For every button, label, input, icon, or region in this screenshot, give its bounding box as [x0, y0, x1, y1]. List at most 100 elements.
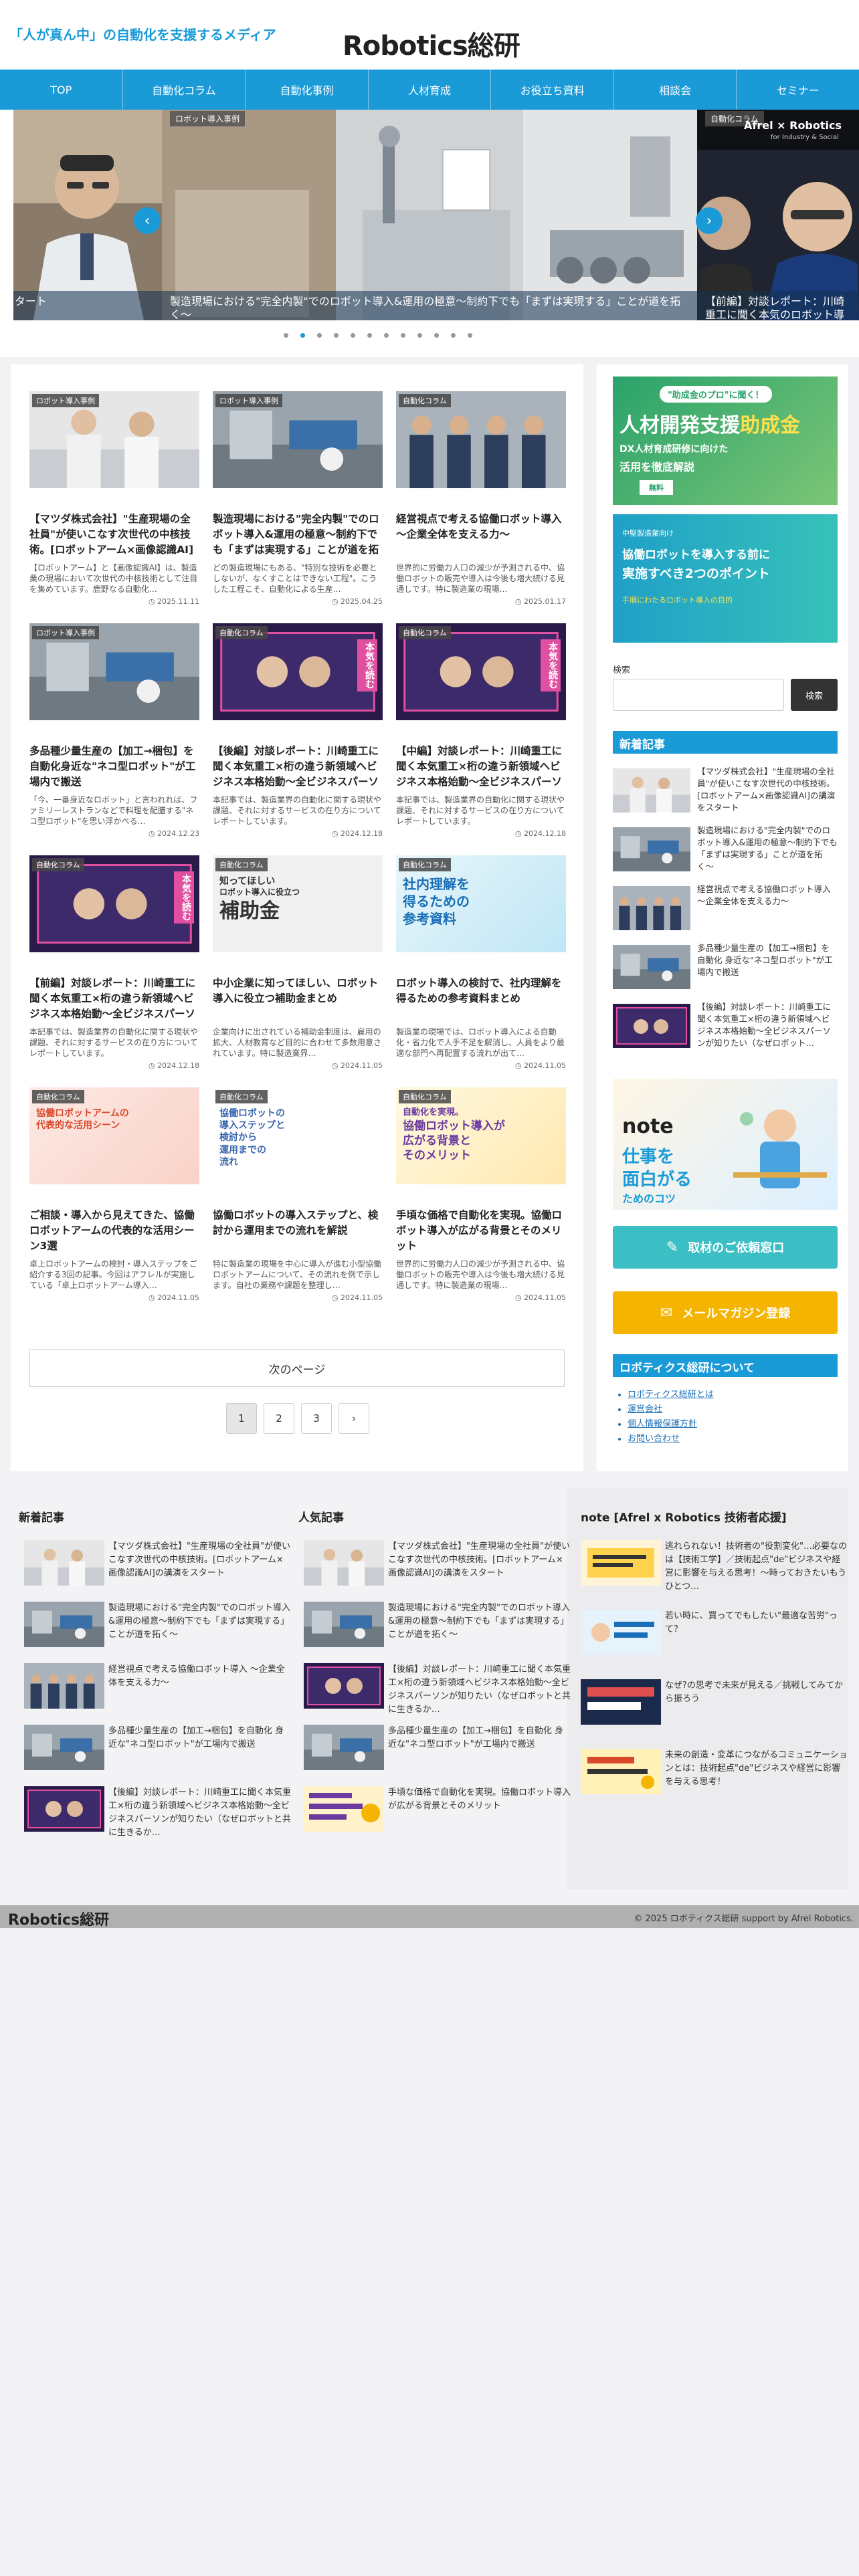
slide-item[interactable]: ロボット導入事例 製造現場における"完全内製"でのロボット導入&運用の極意〜制約… [162, 110, 697, 320]
about-link[interactable]: 個人情報保護方針 [628, 1417, 714, 1432]
article-date: ◷ 2024.11.05 [149, 1293, 199, 1302]
footer-popular-item[interactable]: 【後編】対談レポート：川崎重工に聞く本気重工×桁の違う新領域へビジネス本格始動〜… [304, 1663, 571, 1717]
article-card[interactable]: 協働ロボットの 導入ステップと 検討から 運用までの 流れ 自動化コラム 協働ロボットの導入… [213, 1087, 383, 1308]
article-category: ロボット導入事例 [32, 394, 99, 407]
article-excerpt: どの製造現場にもある、"特別な技術を必要としないが、なくすことはできない工程"。… [213, 563, 377, 594]
article-date-text: 2024.11.05 [157, 1293, 199, 1302]
slider-dot[interactable] [434, 333, 439, 338]
footer-logo-right: 総研 [80, 1912, 110, 1929]
page-1[interactable]: 1 [226, 1403, 257, 1434]
subsidy-banner-tag: "助成金のプロ"に聞く！ [660, 386, 772, 403]
article-card[interactable]: 社内理解を 得るための 参考資料 自動化コラム ロボット導入の検討で、社内理解を得るため… [396, 855, 566, 1076]
article-card[interactable]: 自動化コラム 経営視点で考える協働ロボット導入 〜企業全体を支える力〜 世界的に労働… [396, 391, 566, 612]
footer-note-item[interactable]: なぜ?の思考で未来が見える／挑戦してみてから振ろう [581, 1679, 848, 1733]
footer-note-title: note [Afrel x Robotics 技術者応援] [581, 1511, 787, 1525]
nav-item-seminar[interactable]: セミナー [736, 70, 859, 110]
footer-popular-item[interactable]: 【マツダ株式会社】"生産現場の全社員"が使いこなす次世代の中核技術。[ロボットア… [304, 1540, 571, 1594]
note-banner-logo: note [622, 1115, 674, 1138]
article-card[interactable]: 本気を読む 自動化コラム 【中編】対談レポート：川崎重工に聞く本気重工×桁の違う新領… [396, 623, 566, 844]
footer-note-item[interactable]: 若い時に、買ってでもしたい"最適な苦労"って？ [581, 1610, 848, 1663]
article-date: ◷ 2024.11.05 [332, 1061, 383, 1070]
sidebar-recent-item[interactable]: 【マツダ株式会社】"生産現場の全社員"が使いこなす次世代の中核技術。[ロボットア… [613, 766, 838, 817]
article-category: 自動化コラム [32, 1090, 84, 1103]
footer-recent-title: 新着記事 [19, 1511, 64, 1525]
nav-item-cases[interactable]: 自動化事例 [245, 70, 368, 110]
slider-dot[interactable] [384, 333, 389, 338]
subsidy-banner[interactable]: "助成金のプロ"に聞く！ 人材開発支援助成金 DX人材育成研修に向けた 活用を徹… [613, 377, 838, 505]
footer-note-item[interactable]: 逃れられない！技術者の"役割変化"…必要なのは【技術工学】／技術起点"de"ビジ… [581, 1540, 848, 1594]
article-card[interactable]: 自動化を実現。 協働ロボット導入が 広がる背景と そのメリット 自動化コラム 手頃な価格で… [396, 1087, 566, 1308]
slider-dot[interactable] [451, 333, 456, 338]
article-card[interactable]: 協働ロボットアームの 代表的な活用シーン 自動化コラム ご相談・導入から見えてきた、協… [29, 1087, 199, 1308]
page-next[interactable]: › [339, 1403, 369, 1434]
slider-dot[interactable] [284, 333, 288, 338]
article-title: 【前編】対談レポート：川崎重工に聞く本気重工×桁の違う新領域へビジネス本格始動〜… [29, 977, 196, 1020]
nav-item-resources[interactable]: お役立ち資料 [490, 70, 613, 110]
newsletter-button[interactable]: ✉ メールマガジン登録 [613, 1291, 838, 1334]
slider-dot[interactable] [401, 333, 405, 338]
about-link[interactable]: お問い合わせ [628, 1432, 714, 1446]
site-logo[interactable]: Robotics総研 [343, 24, 520, 63]
slider-dot[interactable] [334, 333, 339, 338]
footer-note-item[interactable]: 未来の創造・変革につながるコミュニケーションとは：技術起点"de"ビジネスや経営… [581, 1749, 848, 1802]
page-3[interactable]: 3 [301, 1403, 332, 1434]
article-card[interactable]: 本気を読む 自動化コラム 【後編】対談レポート：川崎重工に聞く本気重工×桁の違う新領… [213, 623, 383, 844]
footer-popular-item[interactable]: 多品種少量生産の【加工→梱包】を自動化 身近な"ネコ型ロボット"が工場内で搬送 [304, 1725, 571, 1778]
article-thumbnail: ロボット導入事例 [29, 391, 199, 488]
slide-category: ロボット導入事例 [170, 111, 246, 126]
footer-recent-item[interactable]: 【マツダ株式会社】"生産現場の全社員"が使いこなす次世代の中核技術。[ロボットア… [24, 1540, 292, 1594]
article-date-text: 2024.11.05 [341, 1293, 383, 1302]
slider-dot[interactable] [351, 333, 355, 338]
footer-recent-item[interactable]: 【後編】対談レポート：川崎重工に聞く本気重工×桁の違う新領域へビジネス本格始動〜… [24, 1786, 292, 1840]
slider-dot[interactable] [367, 333, 372, 338]
about-link[interactable]: ロボティクス総研とは [628, 1388, 714, 1402]
footer-popular-title: 【マツダ株式会社】"生産現場の全社員"が使いこなす次世代の中核技術。[ロボットア… [388, 1541, 570, 1578]
thumb-text: 知ってほしい [219, 876, 276, 887]
article-title: 手頃な価格で自動化を実現。協働ロボット導入が広がる背景とそのメリット [396, 1209, 563, 1252]
article-excerpt: 特に製造業の現場を中心に導入が進む小型協働ロボットアームについて、その流れを例で… [213, 1259, 382, 1290]
footer-popular-item[interactable]: 製造現場における"完全内製"でのロボット導入&運用の極意〜制約下でも「まずは実現… [304, 1602, 571, 1655]
contact-request-button[interactable]: ✎ 取材のご依頼窓口 [613, 1226, 838, 1269]
search-input[interactable] [613, 679, 784, 711]
article-card[interactable]: ロボット導入事例 製造現場における"完全内製"でのロボット導入&運用の極意〜制約下… [213, 391, 383, 612]
nav-item-top[interactable]: TOP [0, 70, 122, 110]
footer-recent-thumbnail [24, 1786, 104, 1832]
article-category: ロボット導入事例 [32, 626, 99, 639]
article-category: 自動化コラム [215, 858, 268, 871]
footer-recent-item[interactable]: 製造現場における"完全内製"でのロボット導入&運用の極意〜制約下でも「まずは実現… [24, 1602, 292, 1655]
search-button[interactable]: 検索 [791, 679, 838, 711]
nav-item-training[interactable]: 人材育成 [367, 70, 491, 110]
slider-prev-arrow[interactable]: ‹ [134, 207, 161, 234]
slider-dot[interactable] [468, 333, 472, 338]
clock-icon: ◷ [331, 1061, 339, 1070]
thumb-text: 広がる背景と [403, 1134, 471, 1148]
page-2[interactable]: 2 [264, 1403, 294, 1434]
article-category: 自動化コラム [399, 626, 451, 639]
article-card[interactable]: 本気を読む 自動化コラム 【前編】対談レポート：川崎重工に聞く本気重工×桁の違う新領… [29, 855, 199, 1076]
sidebar: "助成金のプロ"に聞く！ 人材開発支援助成金 DX人材育成研修に向けた 活用を徹… [597, 364, 848, 1471]
article-card[interactable]: ロボット導入事例 多品種少量生産の【加工→梱包】を自動化身近な"ネコ型ロボット"が… [29, 623, 199, 844]
footer-popular-item[interactable]: 手頃な価格で自動化を実現。協働ロボット導入が広がる背景とそのメリット [304, 1786, 571, 1840]
sidebar-recent-item[interactable]: 経営視点で考える協働ロボット導入 〜企業全体を支える力〜 [613, 883, 838, 934]
sidebar-recent-item[interactable]: 多品種少量生産の【加工→梱包】を自動化 身近な"ネコ型ロボット"が工場内で搬送 [613, 942, 838, 993]
slider-next-arrow[interactable]: › [696, 207, 723, 234]
slider-dot[interactable] [317, 333, 322, 338]
next-page-button[interactable]: 次のページ [29, 1350, 565, 1387]
nav-item-column[interactable]: 自動化コラム [122, 70, 246, 110]
footer-recent-item[interactable]: 多品種少量生産の【加工→梱包】を自動化 身近な"ネコ型ロボット"が工場内で搬送 [24, 1725, 292, 1778]
article-date: ◷ 2024.11.05 [332, 1293, 383, 1302]
slider-dot[interactable] [300, 333, 305, 338]
article-excerpt: 卓上ロボットアームの検討・導入ステップをご紹介する3回の記事。今回はアフレルが実… [29, 1259, 197, 1290]
note-banner[interactable]: note 仕事を 面白がる ためのコツ [613, 1079, 838, 1210]
article-card[interactable]: 知ってほしい ロボット導入に役立つ 補助金 自動化コラム 中小企業に知ってほしい、ロボッ… [213, 855, 383, 1076]
sidebar-recent-item[interactable]: 【後編】対談レポート：川崎重工に聞く本気重工×桁の違う新領域へビジネス本格始動〜… [613, 1001, 838, 1052]
slider-dot[interactable] [417, 333, 422, 338]
robot-points-banner[interactable]: 中堅製造業向け 協働ロボットを導入する前に 実施すべき2つのポイント 手順にわた… [613, 514, 838, 643]
nav-item-consultation[interactable]: 相談会 [613, 70, 737, 110]
footer-recent-item[interactable]: 経営視点で考える協働ロボット導入 〜企業全体を支える力〜 [24, 1663, 292, 1717]
footer-logo[interactable]: Robotics総研 [8, 1908, 109, 1929]
note-banner-line3: 面白がる [622, 1170, 692, 1190]
sidebar-recent-item[interactable]: 製造現場における"完全内製"でのロボット導入&運用の極意〜制約下でも「まずは実現… [613, 825, 838, 875]
article-card[interactable]: ロボット導入事例 【マツダ株式会社】"生産現場の全社員"が使いこなす次世代の中核技… [29, 391, 199, 612]
about-link[interactable]: 運営会社 [628, 1402, 714, 1417]
